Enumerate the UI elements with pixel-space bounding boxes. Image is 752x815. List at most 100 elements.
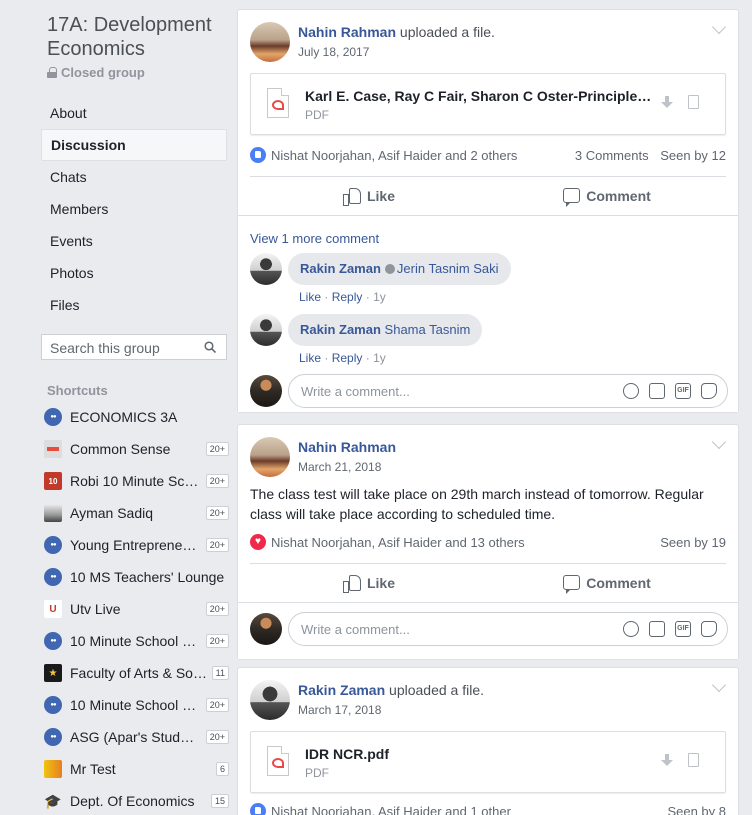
author-name[interactable]: Nahin Rahman (298, 439, 396, 455)
view-more-comments-link[interactable]: View 1 more comment (250, 231, 379, 246)
current-user-avatar[interactable] (250, 613, 282, 645)
nav-item-files[interactable]: Files (41, 289, 227, 321)
sticker-icon[interactable] (701, 621, 717, 637)
write-comment-input[interactable]: Write a comment... GIF (288, 374, 728, 408)
shortcut-young-entrepreneurs[interactable]: Young Entrepreneurs 20+ (44, 529, 229, 561)
group-search-input[interactable]: Search this group (41, 334, 227, 360)
attachment-filename[interactable]: IDR NCR.pdf (305, 746, 655, 762)
graduation-cap-icon: 🎓 (44, 792, 62, 809)
reactors-text[interactable]: Nishat Noorjahan, Asif Haider and 13 oth… (271, 535, 525, 550)
file-attachment[interactable]: Karl E. Case, Ray C Fair, Sharon C Oster… (250, 73, 726, 135)
shortcut-10ms-live[interactable]: 10 Minute School Live 20+ (44, 625, 229, 657)
comment-time[interactable]: 1y (373, 290, 386, 304)
group-title[interactable]: 17A: Development Economics (47, 13, 227, 61)
nav-item-chats[interactable]: Chats (41, 161, 227, 193)
download-icon[interactable] (661, 754, 673, 768)
post-action-text: uploaded a file. (399, 24, 495, 40)
post-stats: 3 Comments Seen by 12 (575, 148, 726, 163)
comment-bubble: Rakin Zaman Jerin Tasnim Saki (288, 253, 511, 285)
post-options-chevron-icon[interactable] (711, 434, 727, 450)
reactors-text[interactable]: Nishat Noorjahan, Asif Haider and 2 othe… (271, 148, 517, 163)
post-options-chevron-icon[interactable] (711, 677, 727, 693)
nav-item-discussion[interactable]: Discussion (41, 129, 227, 161)
post-timestamp[interactable]: March 21, 2018 (298, 460, 381, 474)
gif-icon[interactable]: GIF (675, 621, 691, 637)
nav-item-photos[interactable]: Photos (41, 257, 227, 289)
commenter-name[interactable]: Rakin Zaman (300, 322, 381, 337)
comment-reply-link[interactable]: Reply (332, 351, 363, 365)
attachment-filename[interactable]: Karl E. Case, Ray C Fair, Sharon C Oster… (305, 88, 655, 104)
feed-post: Nahin Rahman uploaded a file. July 18, 2… (237, 9, 739, 413)
author-avatar[interactable] (250, 437, 290, 477)
post-options-chevron-icon[interactable] (711, 19, 727, 35)
emoji-icon[interactable] (623, 621, 639, 637)
camera-icon[interactable] (649, 383, 665, 399)
post-header: Rakin Zaman uploaded a file. (298, 682, 484, 698)
privacy-label: Closed group (47, 65, 145, 80)
file-attachment[interactable]: IDR NCR.pdf PDF (250, 731, 726, 793)
comment-time[interactable]: 1y (373, 351, 386, 365)
nav-item-members[interactable]: Members (41, 193, 227, 225)
open-document-icon[interactable] (688, 95, 699, 109)
like-button[interactable]: Like (250, 177, 488, 214)
gif-icon[interactable]: GIF (675, 383, 691, 399)
reactors-text[interactable]: Nishat Noorjahan, Asif Haider and 1 othe… (271, 804, 511, 815)
seen-by-count[interactable]: Seen by 12 (660, 148, 726, 163)
shortcut-ayman-sadiq[interactable]: Ayman Sadiq 20+ (44, 497, 229, 529)
download-icon[interactable] (661, 96, 673, 110)
seen-by-count[interactable]: Seen by 8 (667, 804, 726, 815)
shortcut-label: 10 Minute School Live (70, 633, 202, 649)
post-header: Nahin Rahman (298, 439, 396, 455)
author-name[interactable]: Rakin Zaman (298, 682, 385, 698)
lock-icon (47, 67, 57, 78)
emoji-icon[interactable] (623, 383, 639, 399)
shortcut-faculty-of-arts[interactable]: ★ Faculty of Arts & Social Sciences 11 (44, 657, 229, 689)
post-timestamp[interactable]: July 18, 2017 (298, 45, 369, 59)
comment-text[interactable]: Shama Tasnim (385, 322, 471, 337)
post-action-text: uploaded a file. (389, 682, 484, 698)
post-timestamp[interactable]: March 17, 2018 (298, 703, 381, 717)
open-document-icon[interactable] (688, 753, 699, 767)
group-sidebar: 17A: Development Economics Closed group … (0, 0, 232, 815)
thumbs-up-icon (342, 187, 361, 206)
shortcut-mr-test[interactable]: Mr Test 6 (44, 753, 229, 785)
author-name[interactable]: Nahin Rahman (298, 24, 396, 40)
comment-reply-link[interactable]: Reply (332, 290, 363, 304)
like-button[interactable]: Like (250, 564, 488, 601)
shortcut-robi-10-minute-school[interactable]: 10 Robi 10 Minute School 20+ (44, 465, 229, 497)
write-comment-input[interactable]: Write a comment... GIF (288, 612, 728, 646)
shortcut-10ms-students[interactable]: 10 Minute School Students 20+ (44, 689, 229, 721)
feed-post: Nahin Rahman March 21, 2018 The class te… (237, 424, 739, 660)
commenter-avatar[interactable] (250, 253, 282, 285)
commenter-name[interactable]: Rakin Zaman (300, 261, 381, 276)
comment-button[interactable]: Comment (488, 564, 726, 601)
nav-item-about[interactable]: About (41, 97, 227, 129)
shortcut-dept-of-economics[interactable]: 🎓 Dept. Of Economics 15 (44, 785, 229, 815)
shortcut-10ms-teachers-lounge[interactable]: 10 MS Teachers' Lounge (44, 561, 229, 593)
seen-by-count[interactable]: Seen by 19 (660, 535, 726, 550)
comment-like-link[interactable]: Like (299, 351, 321, 365)
shortcut-asg[interactable]: ASG (Apar's Students Group) 20+ (44, 721, 229, 753)
camera-icon[interactable] (649, 621, 665, 637)
author-avatar[interactable] (250, 22, 290, 62)
current-user-avatar[interactable] (250, 375, 282, 407)
search-icon[interactable] (204, 341, 216, 353)
comment-text[interactable]: Jerin Tasnim Saki (397, 261, 499, 276)
shortcut-label: ECONOMICS 3A (70, 409, 178, 425)
shortcut-label: Young Entrepreneurs (70, 537, 202, 553)
comment-like-link[interactable]: Like (299, 290, 321, 304)
reactions-summary: ♥ Nishat Noorjahan, Asif Haider and 13 o… (250, 532, 726, 552)
nav-item-events[interactable]: Events (41, 225, 227, 257)
shortcut-common-sense[interactable]: Common Sense 20+ (44, 433, 229, 465)
author-avatar[interactable] (250, 680, 290, 720)
feed-post: Rakin Zaman uploaded a file. March 17, 2… (237, 667, 739, 815)
group-icon (44, 568, 62, 586)
commenter-avatar[interactable] (250, 314, 282, 346)
shortcut-utv-live[interactable]: U Utv Live 20+ (44, 593, 229, 625)
sticker-icon[interactable] (701, 383, 717, 399)
comments-count[interactable]: 3 Comments (575, 148, 649, 163)
comment-button[interactable]: Comment (488, 177, 726, 214)
speech-bubble-icon (563, 575, 581, 594)
shortcuts-list: ECONOMICS 3A Common Sense 20+ 10 Robi 10… (44, 401, 229, 815)
shortcut-economics-3a[interactable]: ECONOMICS 3A (44, 401, 229, 433)
